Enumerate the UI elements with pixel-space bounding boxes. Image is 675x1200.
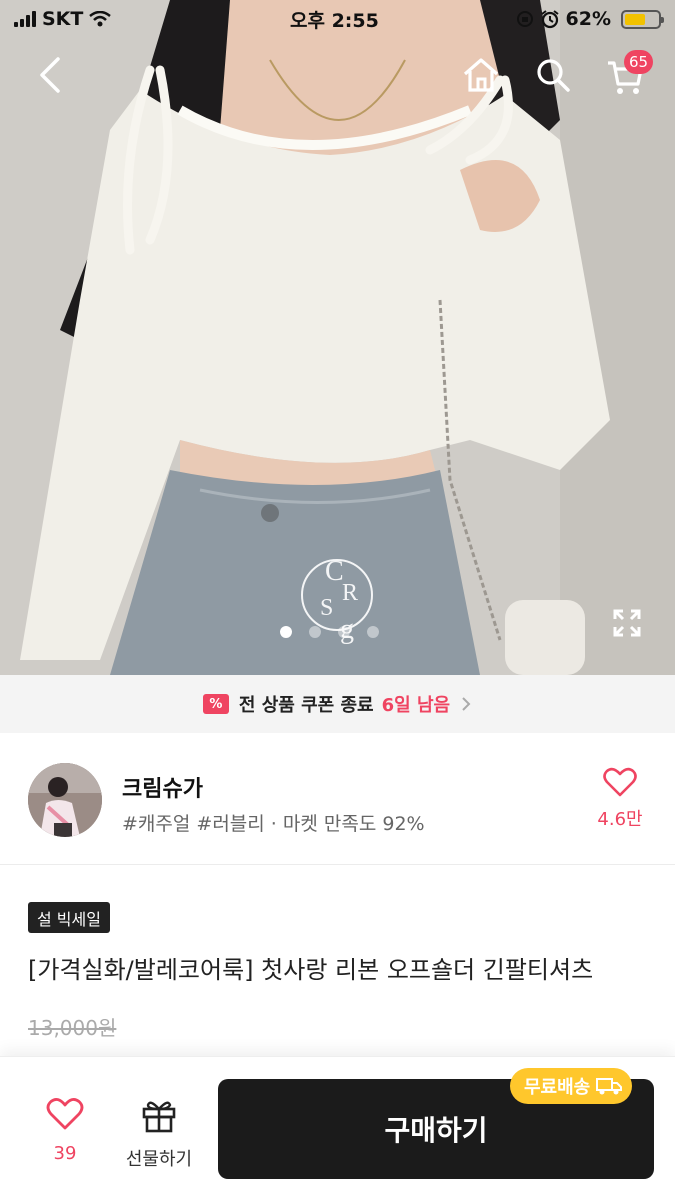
- product-title: [가격실화/발레코어룩] 첫사랑 리본 오프숄더 긴팔티셔츠: [28, 956, 594, 984]
- shop-like-count: 4.6만: [597, 809, 643, 830]
- coupon-banner[interactable]: % 전 상품 쿠폰 종료 6일 남음: [0, 675, 675, 733]
- delivery-truck-icon: [596, 1078, 623, 1095]
- svg-text:R: R: [342, 580, 358, 606]
- svg-text:S: S: [320, 595, 333, 621]
- carrier-label: SKT: [42, 8, 84, 30]
- shop-tags: #캐주얼 #러블리 · 마켓 만족도 92%: [122, 813, 425, 835]
- shop-avatar[interactable]: [28, 763, 102, 837]
- buy-button-label: 구매하기: [384, 1114, 488, 1147]
- back-button[interactable]: [30, 52, 70, 98]
- battery-level-fill: [625, 13, 645, 25]
- heart-icon: [603, 767, 637, 797]
- cart-count-badge: 65: [624, 50, 654, 74]
- search-button[interactable]: [530, 52, 576, 98]
- gallery-dot[interactable]: [280, 626, 292, 638]
- gallery-dot[interactable]: [309, 626, 321, 638]
- free-shipping-badge: 무료배송: [510, 1068, 633, 1104]
- battery-percent: 62%: [565, 8, 611, 30]
- gift-label: 선물하기: [125, 1149, 193, 1170]
- cell-signal-icon: [14, 11, 36, 27]
- like-count: 39: [53, 1143, 77, 1164]
- expand-icon: [613, 609, 641, 637]
- chevron-right-icon: [462, 697, 471, 711]
- gift-button[interactable]: 선물하기: [116, 1097, 202, 1171]
- clock: 오후 2:55: [290, 9, 379, 32]
- chevron-left-icon: [40, 57, 60, 93]
- heart-icon: [46, 1098, 84, 1130]
- shop-avatar-image: [28, 763, 102, 837]
- shop-like-button[interactable]: 4.6만: [588, 767, 652, 831]
- coupon-icon: %: [202, 694, 229, 714]
- original-price: 13,000원: [28, 1016, 117, 1040]
- rotation-lock-icon: [516, 11, 533, 27]
- search-icon: [537, 59, 570, 92]
- shop-name[interactable]: 크림슈가: [122, 771, 203, 803]
- sale-badge: 설 빅세일: [28, 902, 110, 933]
- status-bar: SKT 오후 2:55 62%: [0, 0, 675, 38]
- gallery-dot[interactable]: [367, 626, 379, 638]
- gallery-dot[interactable]: [338, 626, 350, 638]
- free-shipping-label: 무료배송: [524, 1077, 591, 1098]
- gallery-pagination[interactable]: [280, 626, 379, 638]
- wifi-icon: [89, 11, 112, 27]
- battery-icon: [621, 9, 664, 29]
- shop-info[interactable]: 크림슈가 #캐주얼 #러블리 · 마켓 만족도 92% 4.6만: [0, 733, 675, 865]
- like-button[interactable]: 39: [30, 1097, 100, 1164]
- bottom-action-bar: 39 선물하기 구매하기 무료배송: [0, 1056, 675, 1200]
- gift-icon: [142, 1101, 176, 1133]
- svg-text:C: C: [325, 556, 344, 587]
- product-image-gallery[interactable]: C R S g SKT 오후 2:55 62% 65: [0, 0, 675, 675]
- home-icon: [463, 58, 499, 92]
- expand-image-button[interactable]: [606, 602, 648, 644]
- home-button[interactable]: [458, 52, 504, 98]
- coupon-text: 전 상품 쿠폰 종료: [238, 695, 374, 716]
- product-photo: C R S g: [0, 0, 675, 675]
- alarm-icon: [540, 10, 559, 29]
- coupon-days-left: 6일 남음: [381, 695, 451, 716]
